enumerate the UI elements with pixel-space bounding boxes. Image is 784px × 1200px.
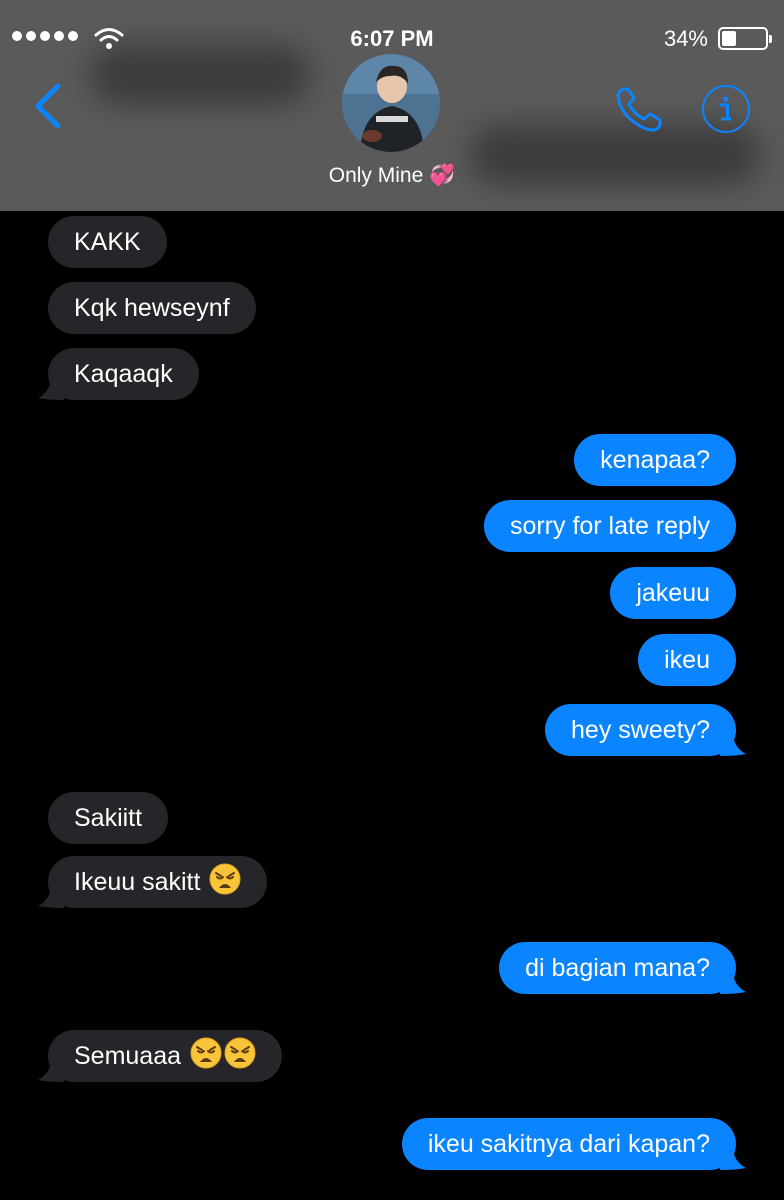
phone-call-button[interactable] — [612, 84, 664, 136]
contact-name[interactable]: Only Mine 💞 — [0, 164, 784, 188]
back-button[interactable] — [28, 80, 68, 132]
outgoing-message[interactable]: di bagian mana? — [499, 942, 746, 994]
bubble-tail — [38, 1058, 64, 1082]
outgoing-message[interactable]: jakeuu — [610, 567, 736, 619]
weary-face-emoji — [224, 1037, 256, 1069]
outgoing-message[interactable]: sorry for late reply — [483, 500, 736, 552]
info-icon — [720, 96, 731, 121]
conversation-header: 6:07 PM 34% Only Mine 💞 — [0, 0, 784, 211]
status-bar: 6:07 PM 34% — [0, 22, 784, 58]
message-text: KAKK — [74, 228, 141, 256]
bubble-tail — [38, 376, 64, 400]
battery-icon — [718, 27, 772, 50]
message-text: sorry for late reply — [509, 512, 710, 540]
battery-percentage: 34% — [663, 26, 708, 51]
message-text: ikeu — [664, 646, 710, 674]
message-text: di bagian mana? — [525, 954, 710, 982]
message-text: jakeuu — [636, 579, 710, 607]
message-text: kenapaa? — [600, 446, 710, 474]
outgoing-message[interactable]: hey sweety? — [545, 704, 746, 756]
incoming-message[interactable]: KAKK — [48, 216, 167, 268]
message-text: ikeu sakitnya dari kapan? — [427, 1130, 710, 1158]
message-text: Ikeuu sakitt — [74, 868, 201, 896]
incoming-message[interactable]: Sakiitt — [48, 792, 169, 844]
incoming-message[interactable]: Kaqaaqk — [38, 348, 199, 400]
bubble-tail — [720, 732, 746, 756]
avatar-photo — [342, 54, 440, 152]
emoji-row — [188, 1035, 256, 1087]
info-button[interactable] — [702, 85, 750, 133]
outgoing-message[interactable]: ikeu — [638, 634, 736, 686]
incoming-message[interactable]: Ikeuu sakitt — [38, 856, 268, 908]
emoji-row — [207, 861, 241, 913]
incoming-message[interactable]: Kqk hewseynf — [48, 282, 256, 334]
outgoing-message[interactable]: kenapaa? — [574, 434, 736, 486]
bubble-tail — [38, 884, 64, 908]
contact-avatar[interactable] — [342, 54, 440, 152]
message-text: hey sweety? — [571, 716, 710, 744]
weary-face-emoji — [209, 863, 241, 895]
bubble-tail — [720, 1146, 746, 1170]
bubble-tail — [720, 970, 746, 994]
outgoing-message[interactable]: ikeu sakitnya dari kapan? — [401, 1118, 746, 1170]
weary-face-emoji — [190, 1037, 222, 1069]
message-text: Kaqaaqk — [74, 360, 173, 388]
incoming-message[interactable]: Semuaaa — [38, 1030, 282, 1082]
message-text: Sakiitt — [74, 804, 143, 832]
message-text: Kqk hewseynf — [74, 294, 230, 322]
message-text: Semuaaa — [74, 1042, 182, 1070]
